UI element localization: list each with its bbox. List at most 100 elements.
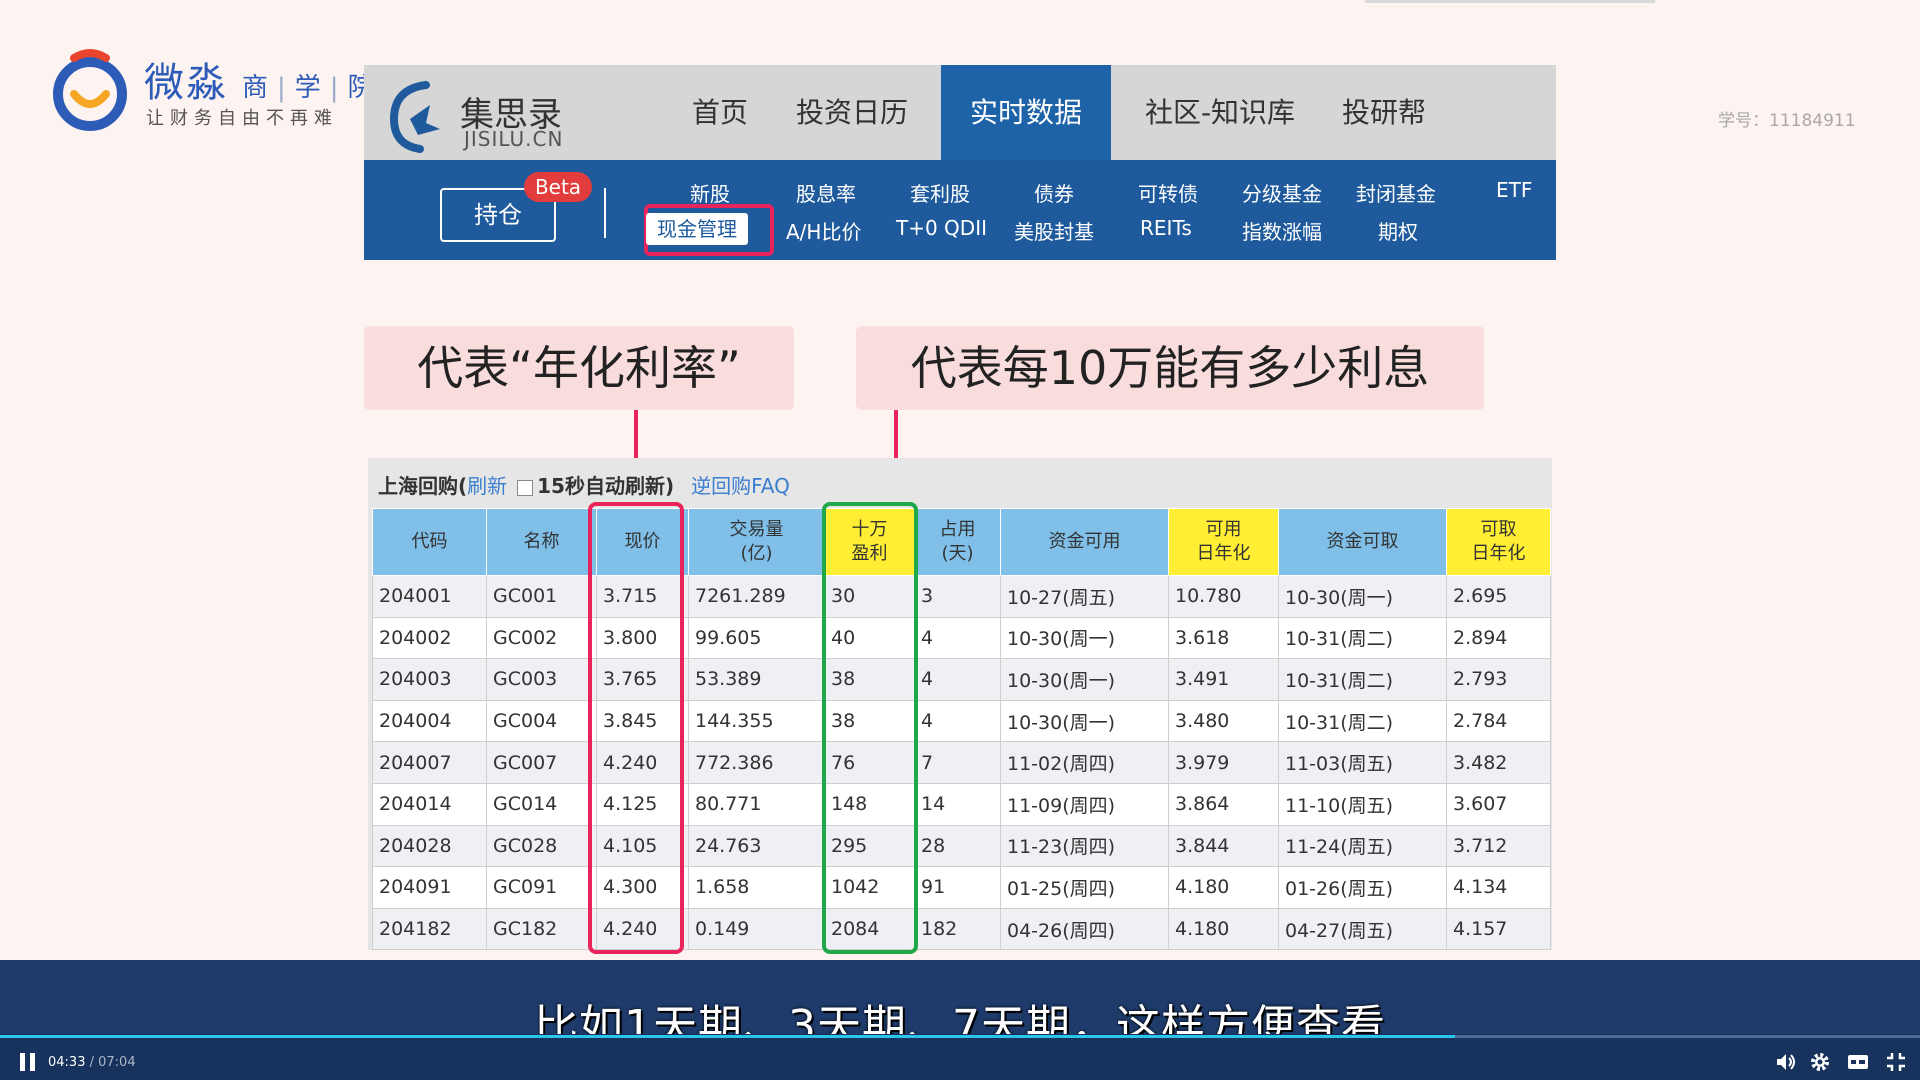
header-available-annualized[interactable]: 可用 日年化	[1168, 508, 1279, 576]
sub-nav: 持仓 Beta 新股 股息率 套利股 债券 可转债 分级基金 封闭基金 ETF …	[364, 160, 1556, 260]
cell-days: 3	[914, 575, 1001, 618]
cell-available-annualized: 3.618	[1168, 616, 1279, 660]
cell-available-annualized: 4.180	[1168, 907, 1279, 951]
callout-interest-per-100k: 代表每10万能有多少利息	[856, 326, 1484, 410]
volume-icon[interactable]	[1774, 1050, 1798, 1074]
beta-badge: Beta	[524, 172, 592, 202]
header-text: 日年化	[1196, 543, 1251, 564]
header-code[interactable]: 代码	[372, 508, 487, 576]
subnav-ah-ratio[interactable]: A/H比价	[786, 216, 861, 245]
header-withdrawable-annualized[interactable]: 可取 日年化	[1446, 508, 1551, 576]
cell-code: 204182	[372, 907, 487, 951]
cell-funds-available: 10-27(周五)	[1000, 575, 1169, 618]
auto-refresh-checkbox[interactable]	[517, 479, 534, 496]
time-display: 04:33 / 07:04	[48, 1055, 136, 1070]
header-text: (亿)	[740, 543, 773, 564]
cell-funds-available: 10-30(周一)	[1000, 616, 1169, 660]
top-partial-bar	[1365, 0, 1655, 3]
cell-days: 4	[914, 658, 1001, 701]
cell-days: 4	[914, 699, 1001, 743]
subnav-new-stocks[interactable]: 新股	[690, 178, 730, 207]
logo-icon	[53, 49, 127, 131]
table-header-row: 代码 名称 现价 交易量 (亿) 十万 盈利 占用 (天) 资金可用 可用 日年化 资金可取 可取 日年化	[372, 508, 1551, 576]
cell-name: GC004	[486, 699, 597, 743]
logo-title: 微淼商 | 学 | 院	[144, 50, 377, 106]
cell-funds-withdrawable: 11-24(周五)	[1278, 824, 1447, 868]
cell-days: 91	[914, 866, 1001, 909]
header-text: 名称	[523, 531, 560, 552]
subnav-reits[interactable]: REITs	[1140, 216, 1192, 240]
cell-volume: 80.771	[688, 782, 825, 826]
logo-sub-2: 学	[294, 73, 324, 103]
subnav-closed-fund[interactable]: 封闭基金	[1356, 178, 1436, 207]
cell-code: 204014	[372, 782, 487, 826]
cell-funds-withdrawable: 01-26(周五)	[1278, 866, 1447, 909]
cell-funds-withdrawable: 10-31(周二)	[1278, 616, 1447, 660]
cell-withdrawable-annualized: 2.894	[1446, 616, 1551, 660]
subnav-arbitrage[interactable]: 套利股	[910, 178, 970, 207]
cell-available-annualized: 10.780	[1168, 575, 1279, 618]
repo-table: 代码 名称 现价 交易量 (亿) 十万 盈利 占用 (天) 资金可用 可用 日年化 资金可取 可取 日年化 …	[372, 508, 1551, 951]
cell-funds-available: 04-26(周四)	[1000, 907, 1169, 951]
nav-home[interactable]: 首页	[670, 65, 770, 160]
subnav-etf[interactable]: ETF	[1496, 178, 1532, 202]
subnav-convertible[interactable]: 可转债	[1138, 178, 1198, 207]
site-header: 集思录 JISILU.CN 首页 投资日历 实时数据 社区-知识库 投研帮	[364, 65, 1556, 160]
subnav-index-change[interactable]: 指数涨幅	[1242, 216, 1322, 245]
cell-funds-withdrawable: 10-30(周一)	[1278, 575, 1447, 618]
cell-name: GC002	[486, 616, 597, 660]
cell-days: 14	[914, 782, 1001, 826]
cell-days: 182	[914, 907, 1001, 951]
table-row: 204001 GC001 3.715 7261.289 30 3 10-27(周五) 10.7…	[372, 575, 1551, 618]
cell-volume: 7261.289	[688, 575, 825, 618]
table-row: 204091 GC091 4.300 1.658 1042 91 01-25(周四) 4.18…	[372, 866, 1551, 909]
cell-volume: 0.149	[688, 907, 825, 951]
cell-funds-available: 10-30(周一)	[1000, 658, 1169, 701]
exit-fullscreen-icon[interactable]	[1884, 1050, 1908, 1074]
header-funds-withdrawable[interactable]: 资金可取	[1278, 508, 1447, 576]
header-text: 资金可用	[1048, 531, 1121, 552]
refresh-link[interactable]: 刷新	[467, 474, 507, 498]
subnav-cash-management[interactable]: 现金管理	[646, 213, 748, 245]
duration: 07:04	[98, 1055, 136, 1070]
nav-community[interactable]: 社区-知识库	[1130, 65, 1310, 160]
cell-withdrawable-annualized: 3.607	[1446, 782, 1551, 826]
toolbar-title: 上海回购(	[378, 474, 468, 498]
cell-name: GC001	[486, 575, 597, 618]
nav-calendar[interactable]: 投资日历	[782, 65, 922, 160]
cell-funds-withdrawable: 11-10(周五)	[1278, 782, 1447, 826]
cell-volume: 1.658	[688, 866, 825, 909]
brand-domain: JISILU.CN	[464, 127, 564, 151]
faq-link[interactable]: 逆回购FAQ	[691, 474, 790, 498]
nav-research[interactable]: 投研帮	[1324, 65, 1444, 160]
cell-volume: 99.605	[688, 616, 825, 660]
nav-realtime-data[interactable]: 实时数据	[941, 65, 1111, 160]
cell-code: 204004	[372, 699, 487, 743]
subnav-bonds[interactable]: 债券	[1034, 178, 1074, 207]
subnav-dividend[interactable]: 股息率	[796, 178, 856, 207]
header-name[interactable]: 名称	[486, 508, 597, 576]
cell-code: 204002	[372, 616, 487, 660]
logo-slogan: 让财务自由不再难	[146, 108, 338, 129]
subtitles-icon[interactable]	[1846, 1050, 1870, 1074]
site-brand[interactable]: 集思录 JISILU.CN	[386, 75, 576, 155]
cell-days: 28	[914, 824, 1001, 868]
cell-available-annualized: 3.491	[1168, 658, 1279, 701]
header-funds-available[interactable]: 资金可用	[1000, 508, 1169, 576]
jisilu-logo-icon	[389, 81, 440, 153]
video-player-bar	[0, 1034, 1920, 1080]
subnav-options[interactable]: 期权	[1378, 216, 1418, 245]
settings-icon[interactable]	[1808, 1050, 1832, 1074]
subnav-us-closed-fund[interactable]: 美股封基	[1014, 216, 1094, 245]
subnav-qdii[interactable]: T+0 QDII	[896, 216, 987, 240]
callout-annual-rate: 代表“年化利率”	[364, 326, 794, 410]
header-days[interactable]: 占用 (天)	[914, 508, 1001, 576]
current-time: 04:33	[48, 1055, 86, 1070]
header-volume[interactable]: 交易量 (亿)	[688, 508, 825, 576]
subnav-graded-fund[interactable]: 分级基金	[1242, 178, 1322, 207]
logo: 微淼商 | 学 | 院 让财务自由不再难	[52, 48, 374, 138]
table-row: 204002 GC002 3.800 99.605 40 4 10-30(周一) 3.618 1…	[372, 616, 1551, 660]
cell-funds-available: 01-25(周四)	[1000, 866, 1169, 909]
header-text: 代码	[411, 531, 448, 552]
pause-icon[interactable]	[20, 1053, 36, 1071]
